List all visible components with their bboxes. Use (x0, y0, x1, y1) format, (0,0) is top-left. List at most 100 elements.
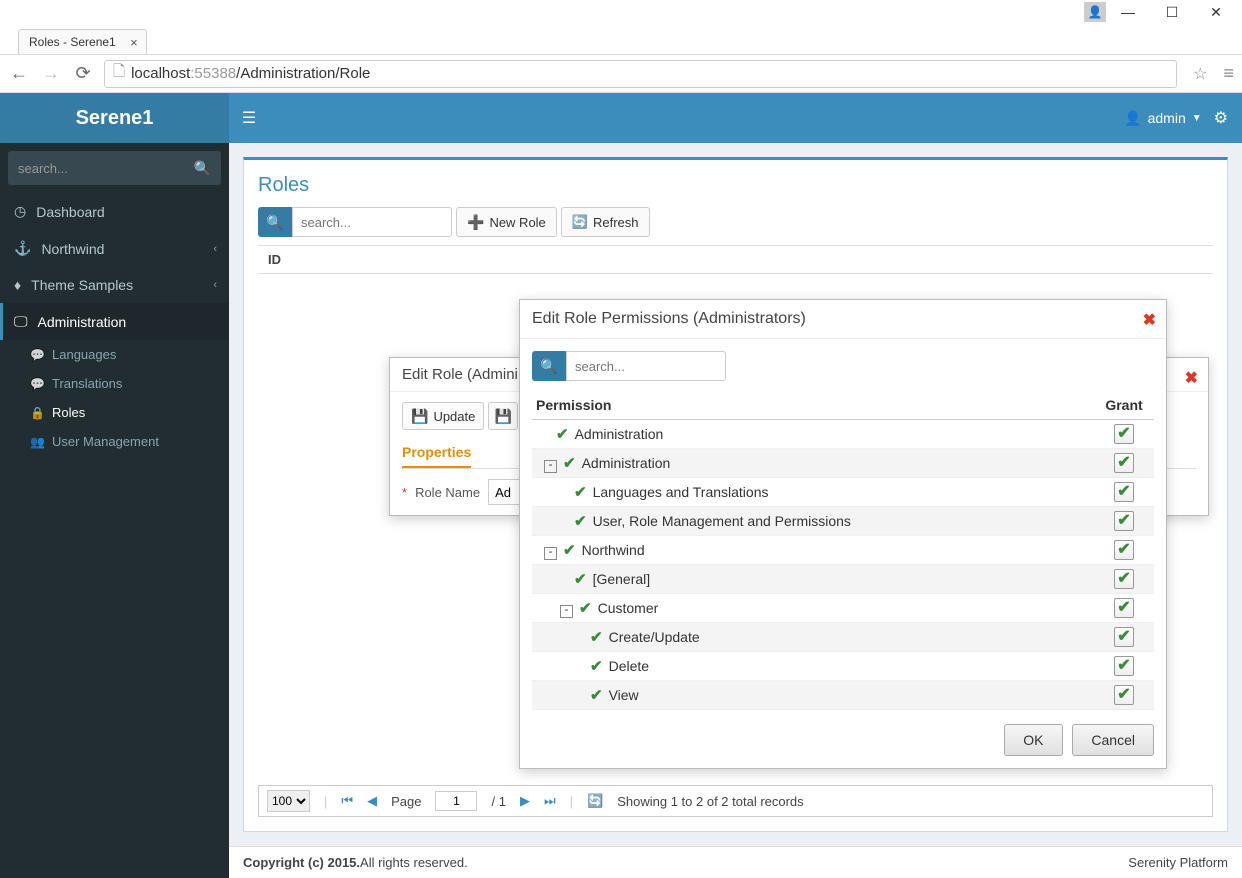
tree-collapse-icon[interactable]: - (544, 547, 557, 560)
sidebar-label: Dashboard (36, 204, 105, 220)
save-and-close-button[interactable]: 💾 (488, 402, 518, 430)
check-icon: ✔ (563, 455, 576, 472)
perm-search-button[interactable]: 🔍 (532, 351, 566, 381)
sidebar-item-theme-samples[interactable]: ♦ Theme Samples ‹ (0, 267, 229, 303)
sidebar-item-northwind[interactable]: ⚓ Northwind ‹ (0, 230, 229, 267)
grant-checkbox[interactable]: ✔ (1114, 569, 1134, 589)
sidebar-search-input[interactable]: search... 🔍 (8, 151, 221, 185)
browser-menu-icon[interactable]: ≡ (1223, 63, 1234, 84)
pager-refresh-icon[interactable]: 🔄 (587, 793, 603, 809)
sidebar-sub-translations[interactable]: 💬 Translations (0, 369, 229, 398)
sidebar-label: Northwind (41, 241, 104, 257)
sidebar-item-administration[interactable]: 🖵 Administration (0, 303, 229, 340)
tree-collapse-icon[interactable]: - (560, 605, 573, 618)
pager-total: / 1 (491, 794, 505, 809)
anchor-icon: ⚓ (14, 240, 31, 257)
cancel-button[interactable]: Cancel (1072, 724, 1154, 756)
check-icon: ✔ (574, 513, 587, 530)
check-icon: ✔ (574, 571, 587, 588)
grant-checkbox[interactable]: ✔ (1114, 627, 1134, 647)
tree-collapse-icon[interactable]: - (544, 460, 557, 473)
pager-last-icon[interactable]: ⏭ (544, 793, 556, 809)
perm-label: View (609, 687, 639, 703)
browser-tab[interactable]: Roles - Serene1 × (18, 29, 147, 54)
check-icon: ✔ (574, 484, 587, 501)
window-minimize[interactable]: — (1106, 1, 1150, 23)
check-icon: ✔ (579, 600, 592, 617)
content-area: Roles 🔍 ➕ New Role 🔄 Refresh ID 100 (229, 143, 1242, 878)
new-role-button[interactable]: ➕ New Role (456, 207, 557, 237)
check-icon: ✔ (590, 658, 603, 675)
pager-page-input[interactable] (435, 791, 477, 811)
pager-first-icon[interactable]: ⏮ (341, 793, 353, 809)
grant-checkbox[interactable]: ✔ (1114, 511, 1134, 531)
user-menu[interactable]: 👤 admin ▼ (1124, 110, 1213, 127)
desktop-icon: 🖵 (14, 313, 28, 330)
footer: Copyright (c) 2015. All rights reserved.… (229, 846, 1242, 878)
comment-icon: 💬 (30, 377, 44, 391)
check-icon: ✔ (590, 687, 603, 704)
users-icon: 👥 (30, 435, 44, 449)
grant-checkbox[interactable]: ✔ (1114, 598, 1134, 618)
perm-label: Northwind (582, 542, 645, 558)
button-label: Refresh (593, 215, 639, 230)
perm-dialog-title: Edit Role Permissions (Administrators) (532, 310, 806, 327)
sidebar-sub-label: Translations (52, 376, 122, 391)
perm-label: Administration (575, 426, 664, 442)
nav-back-icon[interactable]: ← (8, 63, 30, 84)
sidebar-sub-label: User Management (52, 434, 159, 449)
grant-checkbox[interactable]: ✔ (1114, 656, 1134, 676)
brand-logo[interactable]: Serene1 (0, 93, 229, 143)
tab-close-icon[interactable]: × (130, 35, 138, 50)
lock-icon: 🔒 (30, 406, 44, 420)
properties-tab[interactable]: Properties (402, 438, 471, 468)
sidebar-sub-label: Roles (52, 405, 85, 420)
grant-checkbox[interactable]: ✔ (1114, 540, 1134, 560)
update-button[interactable]: 💾 Update (402, 402, 484, 430)
pager-next-icon[interactable]: ▶ (520, 793, 530, 809)
close-icon[interactable]: ✖ (1185, 368, 1198, 388)
sidebar-search-placeholder: search... (18, 161, 194, 176)
perm-search-input[interactable] (566, 351, 726, 381)
perm-label: Administration (582, 455, 671, 471)
pager-prev-icon[interactable]: ◀ (367, 793, 377, 809)
chevron-left-icon: ‹ (213, 243, 217, 255)
perm-label: Create/Update (609, 629, 700, 645)
grant-checkbox[interactable]: ✔ (1114, 685, 1134, 705)
pager-summary: Showing 1 to 2 of 2 total records (617, 794, 803, 809)
nav-forward-icon[interactable]: → (40, 63, 62, 84)
edit-permissions-dialog: Edit Role Permissions (Administrators) ✖… (519, 299, 1167, 769)
grid-search-button[interactable]: 🔍 (258, 207, 292, 237)
col-grant: Grant (1094, 391, 1154, 420)
browser-chrome: 👤 — ☐ ✕ Roles - Serene1 × ← → ⟳ 🗋 localh… (0, 0, 1242, 93)
sidebar-sub-roles[interactable]: 🔒 Roles (0, 398, 229, 427)
grant-checkbox[interactable]: ✔ (1114, 453, 1134, 473)
bookmark-star-icon[interactable]: ☆ (1193, 64, 1207, 84)
grant-checkbox[interactable]: ✔ (1114, 482, 1134, 502)
edit-role-dialog-title: Edit Role (Admini (402, 366, 518, 383)
address-bar[interactable]: 🗋 localhost:55388/Administration/Role (104, 60, 1177, 88)
settings-gear-icon[interactable]: ⚙ (1214, 108, 1242, 128)
app-header: Serene1 ☰ 👤 admin ▼ ⚙ (0, 93, 1242, 143)
page-size-select[interactable]: 100 (267, 790, 310, 812)
comments-icon: 💬 (30, 348, 44, 362)
save-icon: 💾 (495, 408, 512, 425)
check-icon: ✔ (556, 426, 569, 443)
plus-icon: ➕ (467, 214, 484, 231)
sidebar-sub-user-management[interactable]: 👥 User Management (0, 427, 229, 456)
refresh-button[interactable]: 🔄 Refresh (561, 207, 650, 237)
close-icon[interactable]: ✖ (1143, 310, 1156, 330)
grant-checkbox[interactable]: ✔ (1114, 424, 1134, 444)
url-port: :55388 (190, 65, 236, 82)
window-maximize[interactable]: ☐ (1150, 1, 1194, 23)
window-close[interactable]: ✕ (1194, 1, 1238, 23)
ok-button[interactable]: OK (1004, 724, 1062, 756)
sidebar-item-dashboard[interactable]: ◷ Dashboard (0, 193, 229, 230)
sidebar-toggle-icon[interactable]: ☰ (229, 108, 269, 128)
col-permission: Permission (532, 391, 1094, 420)
sidebar-sub-languages[interactable]: 💬 Languages (0, 340, 229, 369)
check-icon: ✔ (590, 629, 603, 646)
nav-reload-icon[interactable]: ⟳ (72, 63, 94, 84)
grid-search-input[interactable] (292, 207, 452, 237)
grid-column-id[interactable]: ID (258, 245, 1213, 274)
